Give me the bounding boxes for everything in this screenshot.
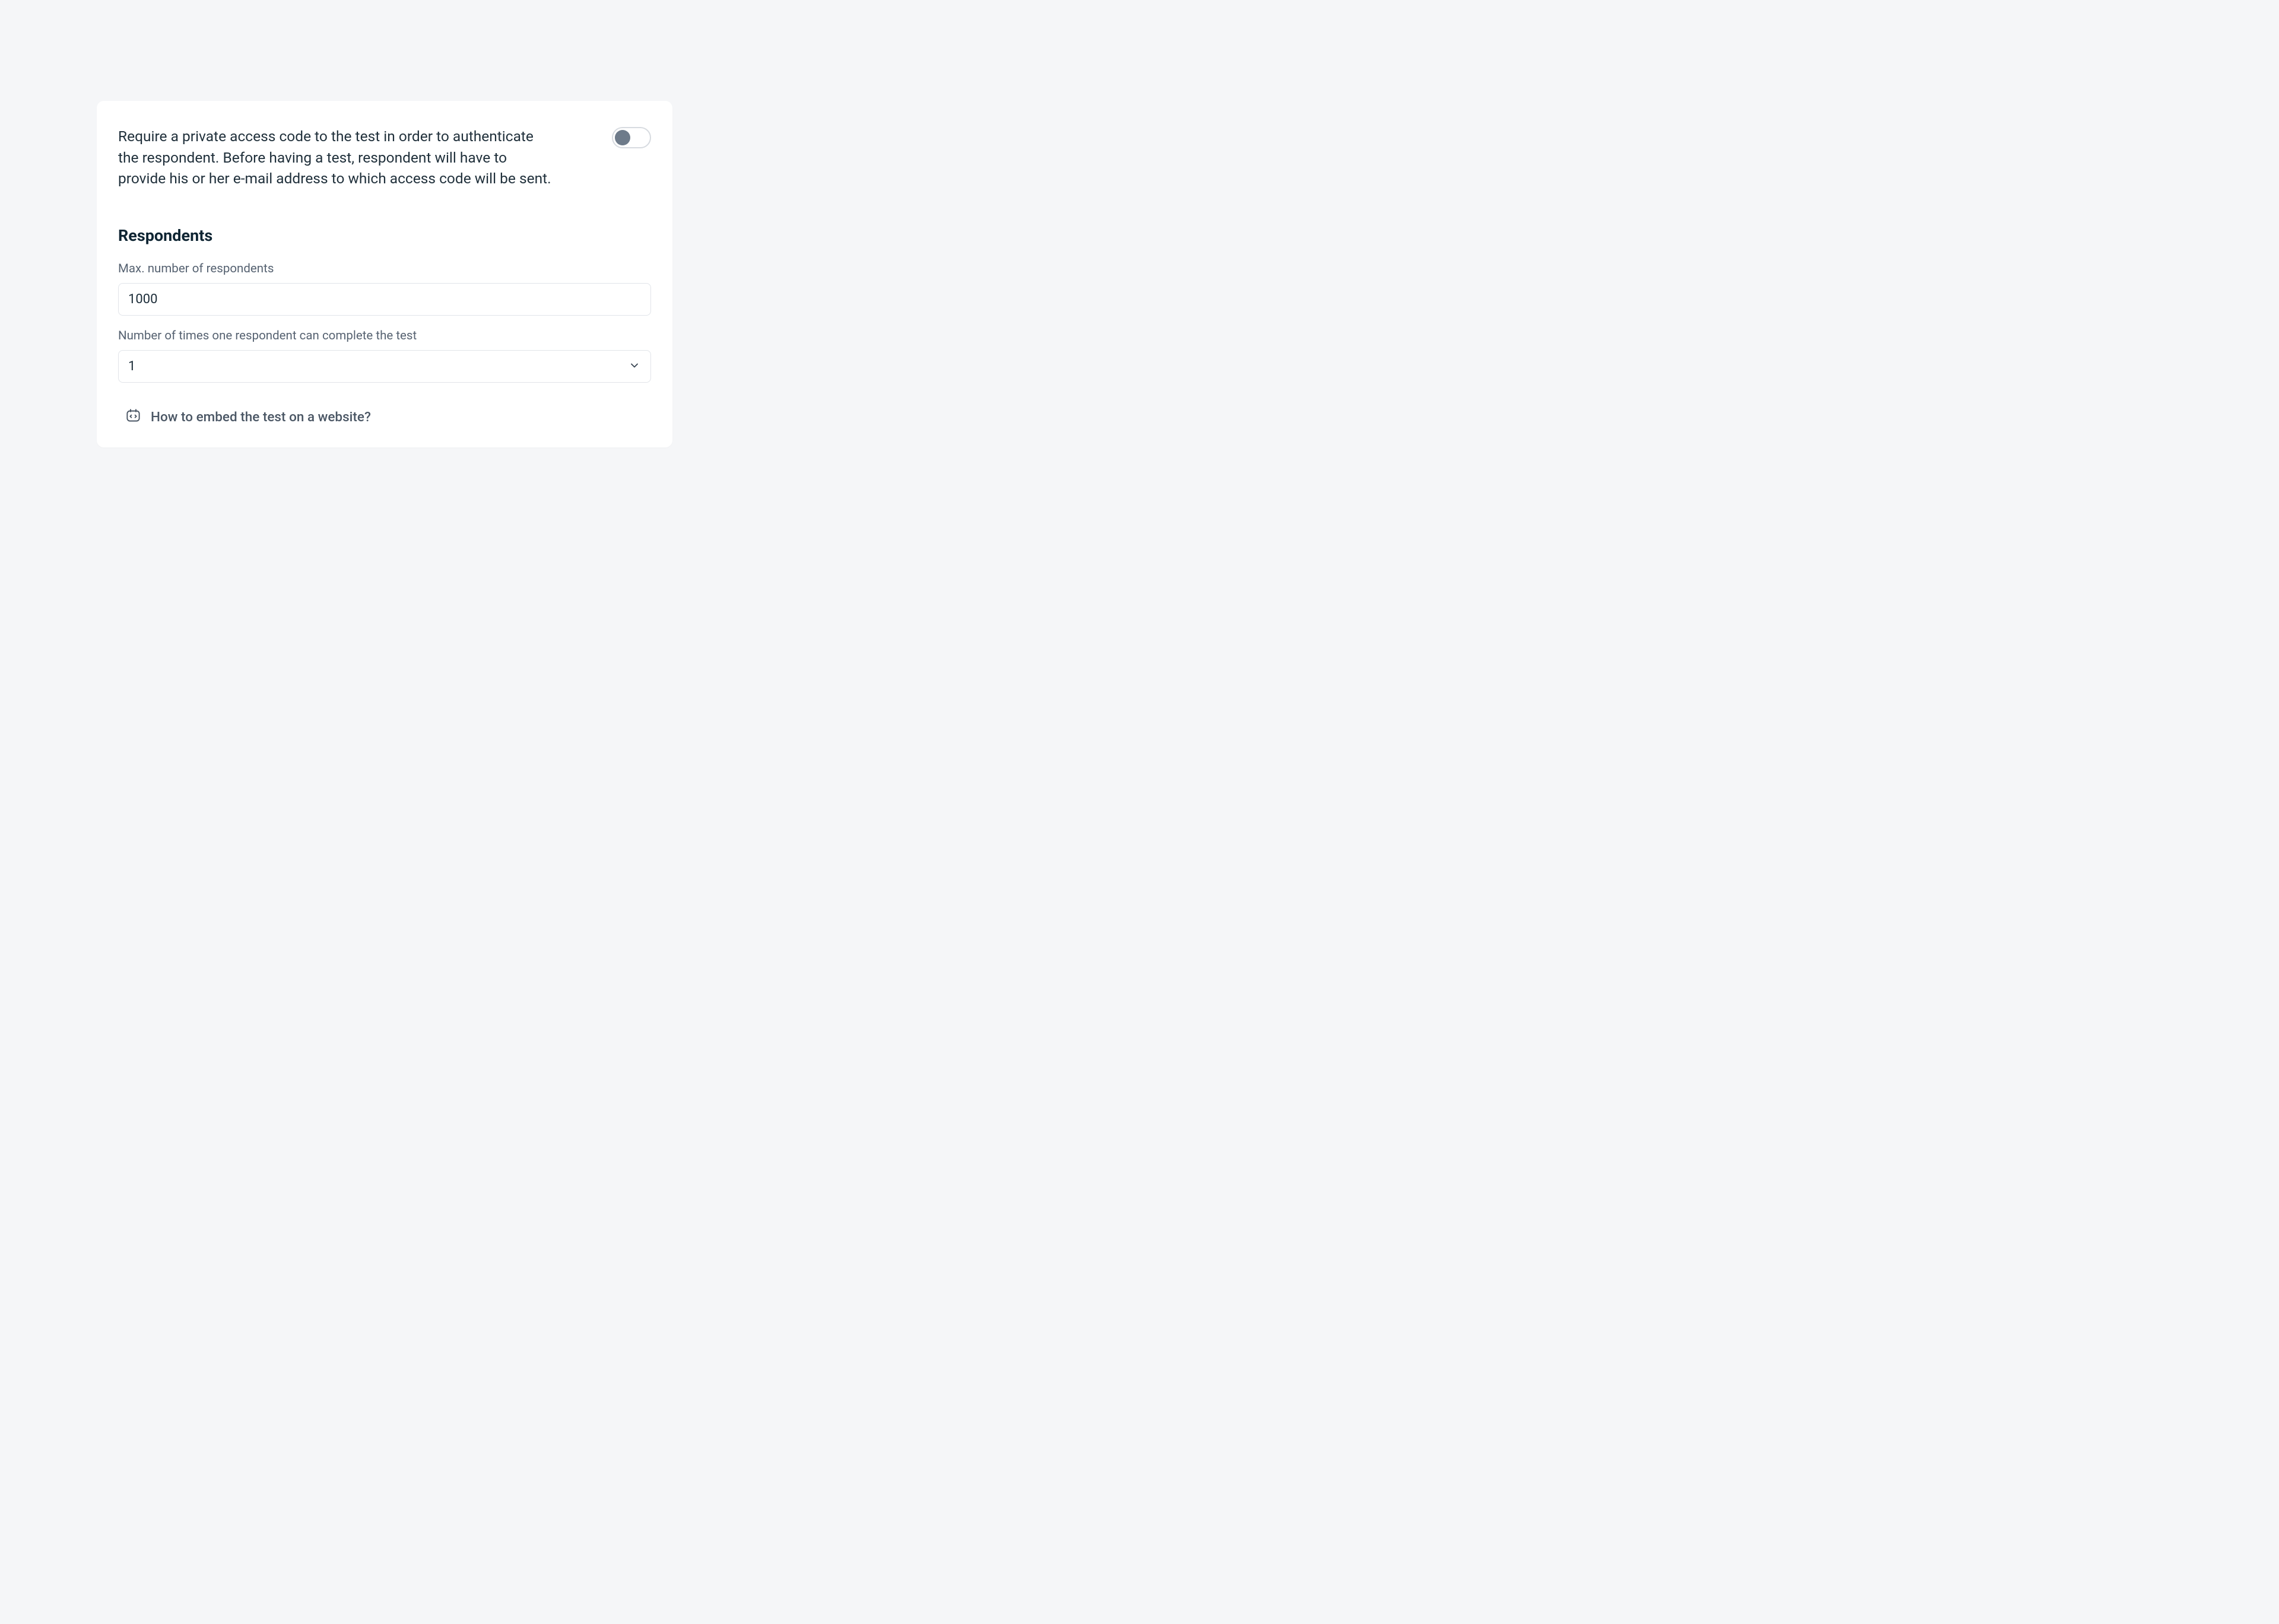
attempts-select-wrapper: 1 (118, 350, 651, 383)
access-code-row: Require a private access code to the tes… (118, 126, 651, 189)
max-respondents-field-group: Max. number of respondents (118, 262, 651, 329)
embed-icon (125, 408, 141, 426)
access-code-toggle[interactable] (612, 127, 651, 148)
max-respondents-input[interactable] (118, 283, 651, 316)
toggle-knob-icon (615, 130, 630, 145)
max-respondents-label: Max. number of respondents (118, 262, 651, 276)
attempts-select[interactable]: 1 (118, 350, 651, 383)
attempts-label: Number of times one respondent can compl… (118, 329, 651, 343)
access-code-description: Require a private access code to the tes… (118, 126, 557, 189)
settings-card: Require a private access code to the tes… (97, 101, 672, 447)
attempts-field-group: Number of times one respondent can compl… (118, 329, 651, 383)
respondents-heading: Respondents (118, 226, 651, 245)
embed-link[interactable]: How to embed the test on a website? (118, 408, 651, 426)
embed-link-text: How to embed the test on a website? (151, 409, 371, 425)
